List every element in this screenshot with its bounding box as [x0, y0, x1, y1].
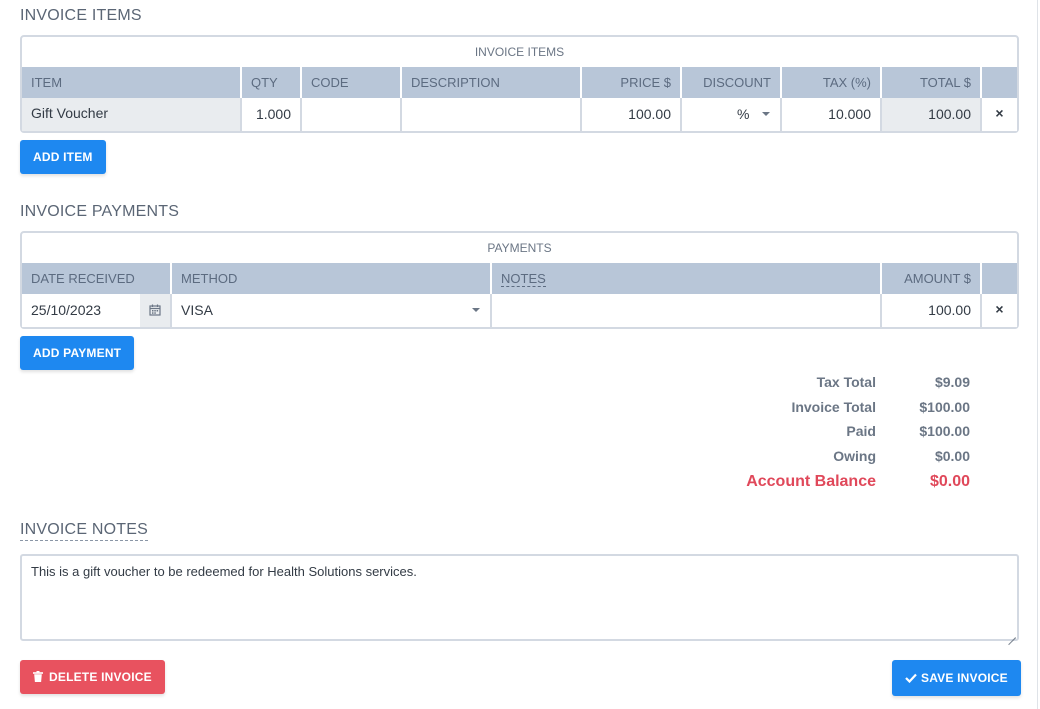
- col-notes-label: NOTES: [501, 271, 546, 287]
- invoice-totals: Tax Total $9.09 Invoice Total $100.00 Pa…: [600, 370, 970, 496]
- col-payment-actions: [982, 263, 1017, 294]
- col-notes: NOTES: [492, 263, 882, 294]
- col-method: METHOD: [172, 263, 492, 294]
- tax-total-row: Tax Total $9.09: [600, 370, 970, 395]
- date-input[interactable]: 25/10/2023: [22, 294, 140, 327]
- account-balance-row: Account Balance $0.00: [600, 468, 970, 496]
- invoice-total-row: Invoice Total $100.00: [600, 395, 970, 420]
- delete-invoice-label: DELETE INVOICE: [49, 670, 152, 684]
- invoice-items-title: INVOICE ITEMS: [20, 7, 142, 24]
- owing-row: Owing $0.00: [600, 444, 970, 469]
- tax-total-value: $9.09: [934, 374, 970, 391]
- delete-payment-icon[interactable]: ×: [982, 294, 1017, 327]
- save-invoice-label: SAVE INVOICE: [921, 671, 1008, 685]
- owing-value: $0.00: [934, 447, 970, 464]
- col-tax: TAX (%): [782, 67, 882, 98]
- paid-row: Paid $100.00: [600, 419, 970, 444]
- description-input[interactable]: [402, 98, 582, 131]
- qty-input[interactable]: 1.000: [242, 98, 302, 131]
- add-item-button[interactable]: ADD ITEM: [20, 140, 106, 174]
- calendar-icon[interactable]: [140, 294, 172, 327]
- col-price: PRICE $: [582, 67, 682, 98]
- col-item: ITEM: [22, 67, 242, 98]
- payments-header: DATE RECEIVED METHOD NOTES AMOUNT $: [22, 263, 1017, 294]
- col-date-received: DATE RECEIVED: [22, 263, 172, 294]
- tax-input[interactable]: 10.000: [782, 98, 882, 131]
- total-cell: 100.00: [882, 98, 982, 131]
- invoice-items-table: INVOICE ITEMS ITEM QTY CODE DESCRIPTION …: [20, 35, 1019, 133]
- save-invoice-button[interactable]: SAVE INVOICE: [892, 660, 1021, 696]
- invoice-notes-title: INVOICE NOTES: [20, 521, 148, 541]
- invoice-notes-textarea[interactable]: This is a gift voucher to be redeemed fo…: [20, 554, 1019, 641]
- amount-input[interactable]: 100.00: [882, 294, 982, 327]
- col-description: DESCRIPTION: [402, 67, 582, 98]
- page-right-border: [1037, 0, 1038, 709]
- paid-value: $100.00: [919, 423, 970, 440]
- paid-label: Paid: [846, 423, 876, 440]
- col-actions: [982, 67, 1017, 98]
- tax-total-label: Tax Total: [816, 374, 876, 391]
- payment-notes-input[interactable]: [492, 294, 882, 327]
- table-row: 25/10/2023 VISA 100.00 ×: [22, 294, 1017, 327]
- delete-invoice-button[interactable]: DELETE INVOICE: [20, 660, 165, 694]
- table-row: Gift Voucher 1.000 100.00 % 10.000 100.0…: [22, 98, 1017, 131]
- chevron-down-icon: [762, 112, 770, 116]
- discount-value: %: [737, 106, 750, 122]
- trash-icon: [33, 671, 43, 682]
- account-balance-label: Account Balance: [746, 473, 876, 490]
- invoice-total-value: $100.00: [919, 398, 970, 415]
- owing-label: Owing: [833, 447, 876, 464]
- col-code: CODE: [302, 67, 402, 98]
- invoice-total-label: Invoice Total: [791, 398, 876, 415]
- add-payment-button[interactable]: ADD PAYMENT: [20, 336, 135, 370]
- item-name-cell: Gift Voucher: [22, 98, 242, 131]
- discount-select[interactable]: %: [682, 98, 782, 131]
- invoice-items-caption: INVOICE ITEMS: [474, 45, 565, 59]
- col-discount: DISCOUNT: [682, 67, 782, 98]
- method-select[interactable]: VISA: [172, 294, 492, 327]
- price-input[interactable]: 100.00: [582, 98, 682, 131]
- resize-handle-icon[interactable]: [1008, 630, 1016, 638]
- check-icon: [905, 673, 917, 684]
- chevron-down-icon: [472, 308, 480, 312]
- col-total: TOTAL $: [882, 67, 982, 98]
- payments-table: PAYMENTS DATE RECEIVED METHOD NOTES AMOU…: [20, 231, 1019, 329]
- col-amount: AMOUNT $: [882, 263, 982, 294]
- invoice-payments-title: INVOICE PAYMENTS: [20, 203, 180, 220]
- code-input[interactable]: [302, 98, 402, 131]
- account-balance-value: $0.00: [929, 473, 970, 490]
- delete-item-icon[interactable]: ×: [982, 98, 1017, 131]
- payments-caption: PAYMENTS: [487, 241, 552, 255]
- invoice-notes-text: This is a gift voucher to be redeemed fo…: [31, 564, 417, 579]
- col-qty: QTY: [242, 67, 302, 98]
- method-value: VISA: [181, 302, 213, 318]
- invoice-items-header: ITEM QTY CODE DESCRIPTION PRICE $ DISCOU…: [22, 67, 1017, 98]
